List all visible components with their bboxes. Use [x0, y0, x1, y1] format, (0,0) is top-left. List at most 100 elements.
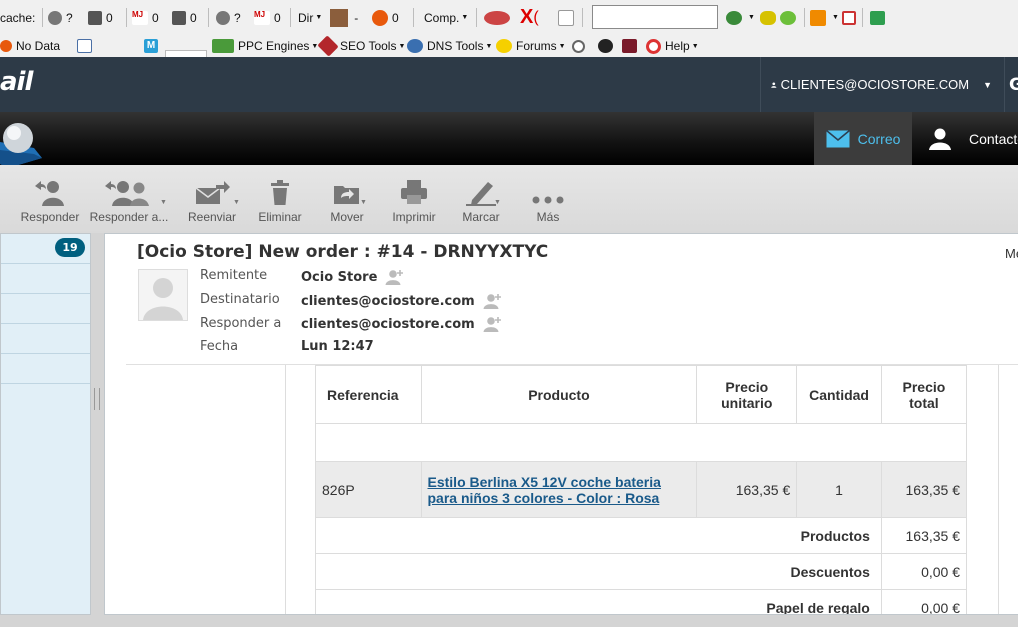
toolbar-separator: [290, 8, 291, 27]
add-contact-icon[interactable]: [483, 316, 503, 332]
forward-button[interactable]: Reenviar ▼: [181, 178, 243, 228]
folder-item[interactable]: [1, 264, 90, 294]
folder-list: 19: [0, 233, 91, 615]
printer-icon: [401, 180, 427, 204]
item-product-cell: Estilo Berlina X5 12V coche bateria para…: [420, 461, 698, 518]
folder-item-inbox[interactable]: 19: [1, 234, 90, 264]
roundcube-logo-icon: [0, 123, 42, 168]
header-next-item[interactable]: G: [1004, 57, 1018, 112]
toolbar-tool[interactable]: [572, 35, 589, 57]
item-total: 163,35 €: [880, 461, 968, 518]
item-reference: 826P: [315, 461, 422, 518]
nav-contacts-tab[interactable]: Contacto: [918, 112, 1018, 165]
add-contact-icon[interactable]: [483, 293, 503, 309]
browser-toolbar-row1: cache: ? 0 MJ 0 0 ? MJ 0 Dir ▼ - 0 Comp. ▼…: [0, 0, 1018, 36]
toolbar-tool[interactable]: M: [144, 35, 162, 57]
header-value-date: Lun 12:47: [301, 339, 374, 354]
toolbar-tool[interactable]: [870, 0, 889, 35]
column-header: Referencia: [315, 365, 422, 424]
table-header-row: Referencia Producto Precio unitario Cant…: [315, 365, 968, 424]
cache-label: cache:: [0, 10, 36, 25]
caret-down-icon[interactable]: ▼: [494, 199, 501, 206]
product-link[interactable]: Estilo Berlina X5 12V coche bateria para…: [428, 474, 661, 506]
majestic-item[interactable]: MJ 0: [132, 0, 159, 35]
item-unit-price: 163,35 €: [696, 461, 798, 518]
caret-down-icon[interactable]: ▼: [160, 199, 167, 206]
caret-down-icon[interactable]: ▼: [360, 199, 367, 206]
folder-item[interactable]: [1, 324, 90, 354]
caret-down-icon: ▼: [983, 79, 992, 90]
user-menu[interactable]: CLIENTES@OCIOSTORE.COM ▼: [760, 57, 992, 112]
pagerank-item[interactable]: ?: [48, 0, 73, 35]
delete-button[interactable]: Eliminar: [253, 178, 307, 228]
column-header: Precio unitario: [696, 365, 798, 424]
toolbar-tool[interactable]: X(: [520, 0, 539, 35]
dmoz-icon: [330, 8, 349, 27]
lifebuoy-icon: [646, 38, 661, 54]
header-value-reply-to: clientes@ociostore.com: [301, 316, 503, 332]
search-go-button[interactable]: ▼: [726, 0, 755, 35]
library-icon: [622, 39, 637, 53]
mini-field[interactable]: [165, 50, 207, 57]
more-button[interactable]: Más: [528, 178, 568, 228]
toolbar-separator: [126, 8, 127, 27]
help-menu[interactable]: Help ▼: [646, 35, 699, 57]
reply-all-button[interactable]: Responder a... ▼: [86, 178, 172, 228]
print-button[interactable]: Imprimir: [387, 178, 441, 228]
alexa-item[interactable]: 0: [172, 0, 197, 35]
pane-splitter-handle[interactable]: [94, 388, 100, 410]
dir-dropdown[interactable]: Dir ▼ -: [298, 0, 358, 35]
alexa-item[interactable]: 0: [88, 0, 113, 35]
toolbar-search-input[interactable]: [592, 5, 718, 29]
pagerank-item[interactable]: ?: [216, 0, 241, 35]
spider-icon: [598, 39, 613, 53]
dns-tools-menu[interactable]: DNS Tools ▼: [407, 35, 492, 57]
reply-all-icon: [105, 181, 149, 206]
header-more-link[interactable]: Me: [1005, 246, 1018, 261]
totals-value: 0,00 €: [880, 553, 968, 590]
folder-item[interactable]: [1, 294, 90, 324]
totals-row: Productos 163,35 €: [315, 517, 968, 554]
toolbar-tool[interactable]: [598, 35, 617, 57]
totals-value: 0,00 €: [880, 589, 968, 614]
no-data-item[interactable]: No Data: [0, 35, 60, 57]
more-dots-icon: [532, 196, 564, 204]
m-icon: M: [144, 39, 158, 53]
nav-mail-tab[interactable]: Correo: [814, 112, 912, 165]
caret-down-icon: ▼: [832, 14, 839, 21]
add-contact-icon[interactable]: [385, 269, 405, 285]
sender-avatar: [138, 269, 188, 321]
seo-tools-menu[interactable]: SEO Tools ▼: [317, 35, 405, 57]
compete-item[interactable]: 0: [372, 0, 399, 35]
leaf-icon: [780, 10, 796, 25]
move-button[interactable]: Mover ▼: [324, 178, 370, 228]
header-value-from: Ocio Store: [301, 269, 405, 285]
toolbar-tool[interactable]: [622, 35, 641, 57]
browser-toolbar-row2: No Data M PPC Engines ▼ SEO Tools ▼ DNS To…: [0, 35, 1018, 57]
app-header: ail CLIENTES@OCIOSTORE.COM ▼ G: [0, 57, 1018, 112]
caret-down-icon[interactable]: ▼: [233, 199, 240, 206]
forums-menu[interactable]: Forums ▼: [496, 35, 566, 57]
toolbar-tool[interactable]: [484, 0, 514, 35]
caret-down-icon: ▼: [748, 14, 755, 21]
pen-mark-icon: [466, 182, 496, 206]
toolbar-tool[interactable]: [77, 35, 96, 57]
folder-item[interactable]: [1, 354, 90, 384]
message-body: Referencia Producto Precio unitario Cant…: [105, 365, 1018, 614]
toolbar-tool[interactable]: [842, 0, 860, 35]
toolbar-separator: [42, 8, 43, 27]
reply-button[interactable]: Responder: [18, 178, 82, 228]
rss-dropdown[interactable]: ▼: [810, 0, 839, 35]
ppc-engines-menu[interactable]: PPC Engines ▼: [212, 35, 318, 57]
reply-icon: [35, 181, 64, 206]
comp-dropdown[interactable]: Comp. ▼: [424, 0, 468, 35]
header-value-to: clientes@ociostore.com: [301, 293, 503, 309]
forward-icon: [195, 181, 230, 204]
mark-button[interactable]: Marcar ▼: [458, 178, 504, 228]
toolbar-tool[interactable]: [558, 0, 578, 35]
majestic-item[interactable]: MJ 0: [254, 0, 281, 35]
window-icon: [842, 10, 856, 25]
html-message-sheet: Referencia Producto Precio unitario Cant…: [285, 365, 999, 614]
toolbar-tool[interactable]: [760, 0, 800, 35]
export-icon: [870, 10, 885, 25]
